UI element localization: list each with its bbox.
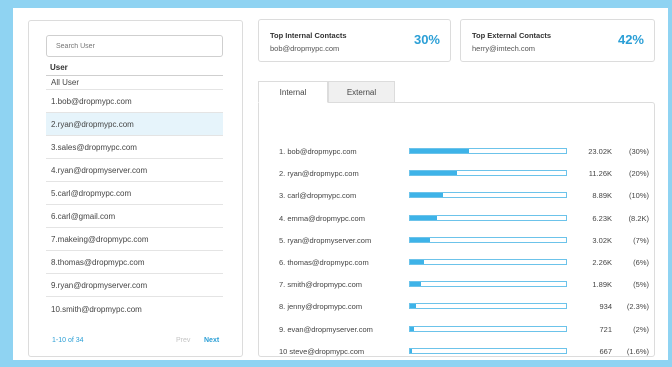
- card-percent: 30%: [413, 32, 440, 47]
- user-item[interactable]: 9.ryan@dropmyserver.com: [46, 273, 223, 296]
- contacts-list-body: 1. bob@dropmypc.com 23.02K (30%) 2. ryan@dr…: [258, 102, 655, 357]
- user-item[interactable]: 8.thomas@dropmypc.com: [46, 250, 223, 273]
- top-external-contacts-card: Top External Contacts herry@imtech.com 4…: [460, 19, 655, 62]
- contact-name[interactable]: 10 steve@dropmypc.com: [279, 347, 364, 356]
- contact-volume-fill: [410, 149, 470, 153]
- contact-name[interactable]: 6. thomas@dropmypc.com: [279, 258, 369, 267]
- contact-row: 10 steve@dropmypc.com 667 (1.6%): [279, 345, 649, 367]
- contact-value: 8.89K: [592, 191, 612, 201]
- card-email: herry@imtech.com: [472, 44, 536, 53]
- contact-percent: (5%): [633, 280, 649, 290]
- contact-name[interactable]: 4. emma@dropmypc.com: [279, 214, 365, 223]
- contact-volume-fill: [410, 348, 413, 353]
- contact-value: 934: [599, 302, 612, 312]
- contact-name[interactable]: 1. bob@dropmypc.com: [279, 147, 357, 156]
- contact-name[interactable]: 2. ryan@dropmypc.com: [279, 169, 359, 178]
- contact-volume-bar: [409, 236, 567, 243]
- contact-value: 6.23K: [592, 213, 612, 223]
- contact-name[interactable]: 3. carl@dropmypc.com: [279, 191, 356, 200]
- contact-name[interactable]: 5. ryan@dropmyserver.com: [279, 236, 371, 245]
- contact-name[interactable]: 7. smith@dropmypc.com: [279, 280, 362, 289]
- contact-volume-fill: [410, 259, 425, 264]
- user-item[interactable]: 4.ryan@dropmyserver.com: [46, 158, 223, 181]
- card-title: Top Internal Contacts: [270, 31, 347, 40]
- contact-volume-bar: [409, 347, 567, 354]
- contact-name[interactable]: 8. jenny@dropmypc.com: [279, 302, 362, 311]
- user-item[interactable]: 7.makeing@dropmypc.com: [46, 227, 223, 250]
- contact-row: 4. emma@dropmypc.com 6.23K (8.2K): [279, 212, 649, 234]
- contact-row: 9. evan@dropmyserver.com 721 (2%): [279, 323, 649, 345]
- contact-row: 6. thomas@dropmypc.com 2.26K (6%): [279, 256, 649, 278]
- pagination-prev-button[interactable]: Prev: [176, 337, 190, 344]
- contact-percent: (7%): [633, 235, 649, 245]
- search-user-input[interactable]: [46, 35, 223, 57]
- contact-volume-bar: [409, 258, 567, 265]
- contact-percent: (6%): [633, 257, 649, 267]
- contact-percent: (2%): [633, 324, 649, 334]
- tab-internal[interactable]: Internal: [258, 81, 328, 103]
- tab-external[interactable]: External: [328, 81, 395, 103]
- user-item[interactable]: 5.carl@dropmypc.com: [46, 181, 223, 204]
- user-list-header: User: [50, 63, 68, 72]
- user-item[interactable]: 10.smith@dropmypc.com: [46, 296, 223, 322]
- contact-volume-bar: [409, 148, 567, 154]
- user-panel: User All User 1.bob@dropmypc.com 2.ryan@…: [28, 20, 243, 357]
- contact-row: 5. ryan@dropmyserver.com 3.02K (7%): [279, 234, 649, 256]
- contact-value: 2.26K: [592, 257, 612, 267]
- contact-row: 7. smith@dropmypc.com 1.89K (5%): [279, 278, 649, 300]
- contact-value: 11.26K: [588, 169, 612, 179]
- contact-value: 3.02K: [592, 235, 612, 245]
- contact-volume-fill: [410, 215, 437, 220]
- contact-volume-bar: [409, 303, 567, 310]
- user-list: All User 1.bob@dropmypc.com 2.ryan@dropm…: [46, 75, 223, 322]
- contact-percent: (10%): [628, 191, 649, 201]
- contact-volume-fill: [410, 171, 457, 176]
- contact-volume-bar: [409, 192, 567, 199]
- top-internal-contacts-card: Top Internal Contacts bob@dropmypc.com 3…: [258, 19, 451, 62]
- card-percent: 42%: [617, 32, 644, 47]
- contact-row: 1. bob@dropmypc.com 23.02K (30%): [279, 145, 649, 167]
- contact-volume-fill: [410, 304, 417, 309]
- contact-percent: (1.6%): [626, 346, 649, 356]
- contact-row: 2. ryan@dropmypc.com 11.26K (20%): [279, 167, 649, 189]
- contact-volume-bar: [409, 214, 567, 221]
- contact-percent: (20%): [628, 169, 649, 179]
- contact-volume-fill: [410, 237, 431, 242]
- contact-volume-fill: [410, 326, 414, 331]
- contact-percent: (8.2K): [628, 213, 649, 223]
- user-item[interactable]: 1.bob@dropmypc.com: [46, 89, 223, 112]
- contact-percent: (30%): [628, 147, 649, 156]
- contact-volume-bar: [409, 281, 567, 288]
- contact-name[interactable]: 9. evan@dropmyserver.com: [279, 325, 373, 334]
- contact-row: 3. carl@dropmypc.com 8.89K (10%): [279, 189, 649, 211]
- user-item[interactable]: 6.carl@gmail.com: [46, 204, 223, 227]
- pagination-range: 1-10 of 34: [52, 337, 84, 344]
- contact-volume-fill: [410, 282, 421, 287]
- card-email: bob@dropmypc.com: [270, 44, 340, 53]
- contact-value: 23.02K: [588, 147, 612, 156]
- contact-percent: (2.3%): [626, 302, 649, 312]
- contact-volume-bar: [409, 325, 567, 332]
- user-item[interactable]: 3.sales@dropmypc.com: [46, 135, 223, 158]
- user-item-selected[interactable]: 2.ryan@dropmypc.com: [46, 112, 223, 135]
- contact-volume-fill: [410, 193, 443, 198]
- contact-row: 8. jenny@dropmypc.com 934 (2.3%): [279, 300, 649, 322]
- contact-volume-bar: [409, 170, 567, 177]
- contacts-rows: 1. bob@dropmypc.com 23.02K (30%) 2. ryan@dr…: [279, 145, 649, 367]
- pagination-next-button[interactable]: Next: [204, 337, 219, 344]
- contacts-panel: Internal External 1. bob@dropmypc.com 23.…: [258, 81, 655, 357]
- contact-value: 721: [599, 324, 612, 334]
- user-item-all[interactable]: All User: [46, 75, 223, 89]
- contact-value: 667: [599, 346, 612, 356]
- contact-value: 1.89K: [592, 280, 612, 290]
- card-title: Top External Contacts: [472, 31, 552, 40]
